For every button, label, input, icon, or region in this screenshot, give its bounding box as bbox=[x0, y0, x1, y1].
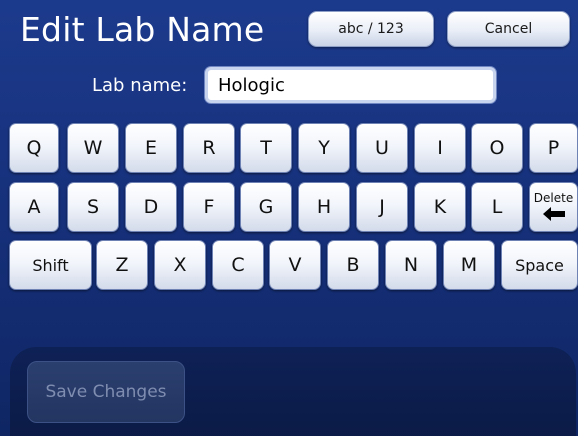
delete-key[interactable]: Delete bbox=[529, 182, 578, 232]
key-t[interactable]: T bbox=[240, 123, 292, 173]
key-p[interactable]: P bbox=[529, 123, 578, 173]
key-h[interactable]: H bbox=[298, 182, 350, 232]
key-n[interactable]: N bbox=[385, 240, 437, 290]
edit-lab-name-screen: Edit Lab Name abc / 123 Cancel Lab name:… bbox=[0, 0, 578, 436]
key-d[interactable]: D bbox=[125, 182, 177, 232]
space-key[interactable]: Space bbox=[501, 240, 578, 290]
key-e[interactable]: E bbox=[125, 123, 177, 173]
key-a[interactable]: A bbox=[9, 182, 59, 232]
key-b[interactable]: B bbox=[327, 240, 379, 290]
key-k[interactable]: K bbox=[414, 182, 466, 232]
lab-name-input[interactable]: Hologic bbox=[205, 67, 496, 103]
cancel-button[interactable]: Cancel bbox=[447, 11, 570, 47]
key-s[interactable]: S bbox=[67, 182, 119, 232]
delete-key-label: Delete bbox=[533, 190, 574, 205]
key-j[interactable]: J bbox=[356, 182, 408, 232]
key-r[interactable]: R bbox=[183, 123, 235, 173]
key-u[interactable]: U bbox=[356, 123, 408, 173]
key-i[interactable]: I bbox=[414, 123, 466, 173]
lab-name-label: Lab name: bbox=[92, 75, 188, 96]
keyboard-mode-button[interactable]: abc / 123 bbox=[308, 11, 434, 47]
left-arrow-icon bbox=[542, 206, 565, 221]
key-v[interactable]: V bbox=[269, 240, 321, 290]
key-y[interactable]: Y bbox=[298, 123, 350, 173]
key-m[interactable]: M bbox=[443, 240, 495, 290]
save-changes-button[interactable]: Save Changes bbox=[27, 361, 185, 423]
key-w[interactable]: W bbox=[67, 123, 119, 173]
key-l[interactable]: L bbox=[471, 182, 523, 232]
key-o[interactable]: O bbox=[471, 123, 523, 173]
key-z[interactable]: Z bbox=[96, 240, 148, 290]
key-q[interactable]: Q bbox=[9, 123, 59, 173]
key-c[interactable]: C bbox=[212, 240, 264, 290]
key-g[interactable]: G bbox=[240, 182, 292, 232]
key-f[interactable]: F bbox=[183, 182, 235, 232]
key-x[interactable]: X bbox=[154, 240, 206, 290]
shift-key[interactable]: Shift bbox=[9, 240, 92, 290]
page-title: Edit Lab Name bbox=[20, 10, 265, 49]
